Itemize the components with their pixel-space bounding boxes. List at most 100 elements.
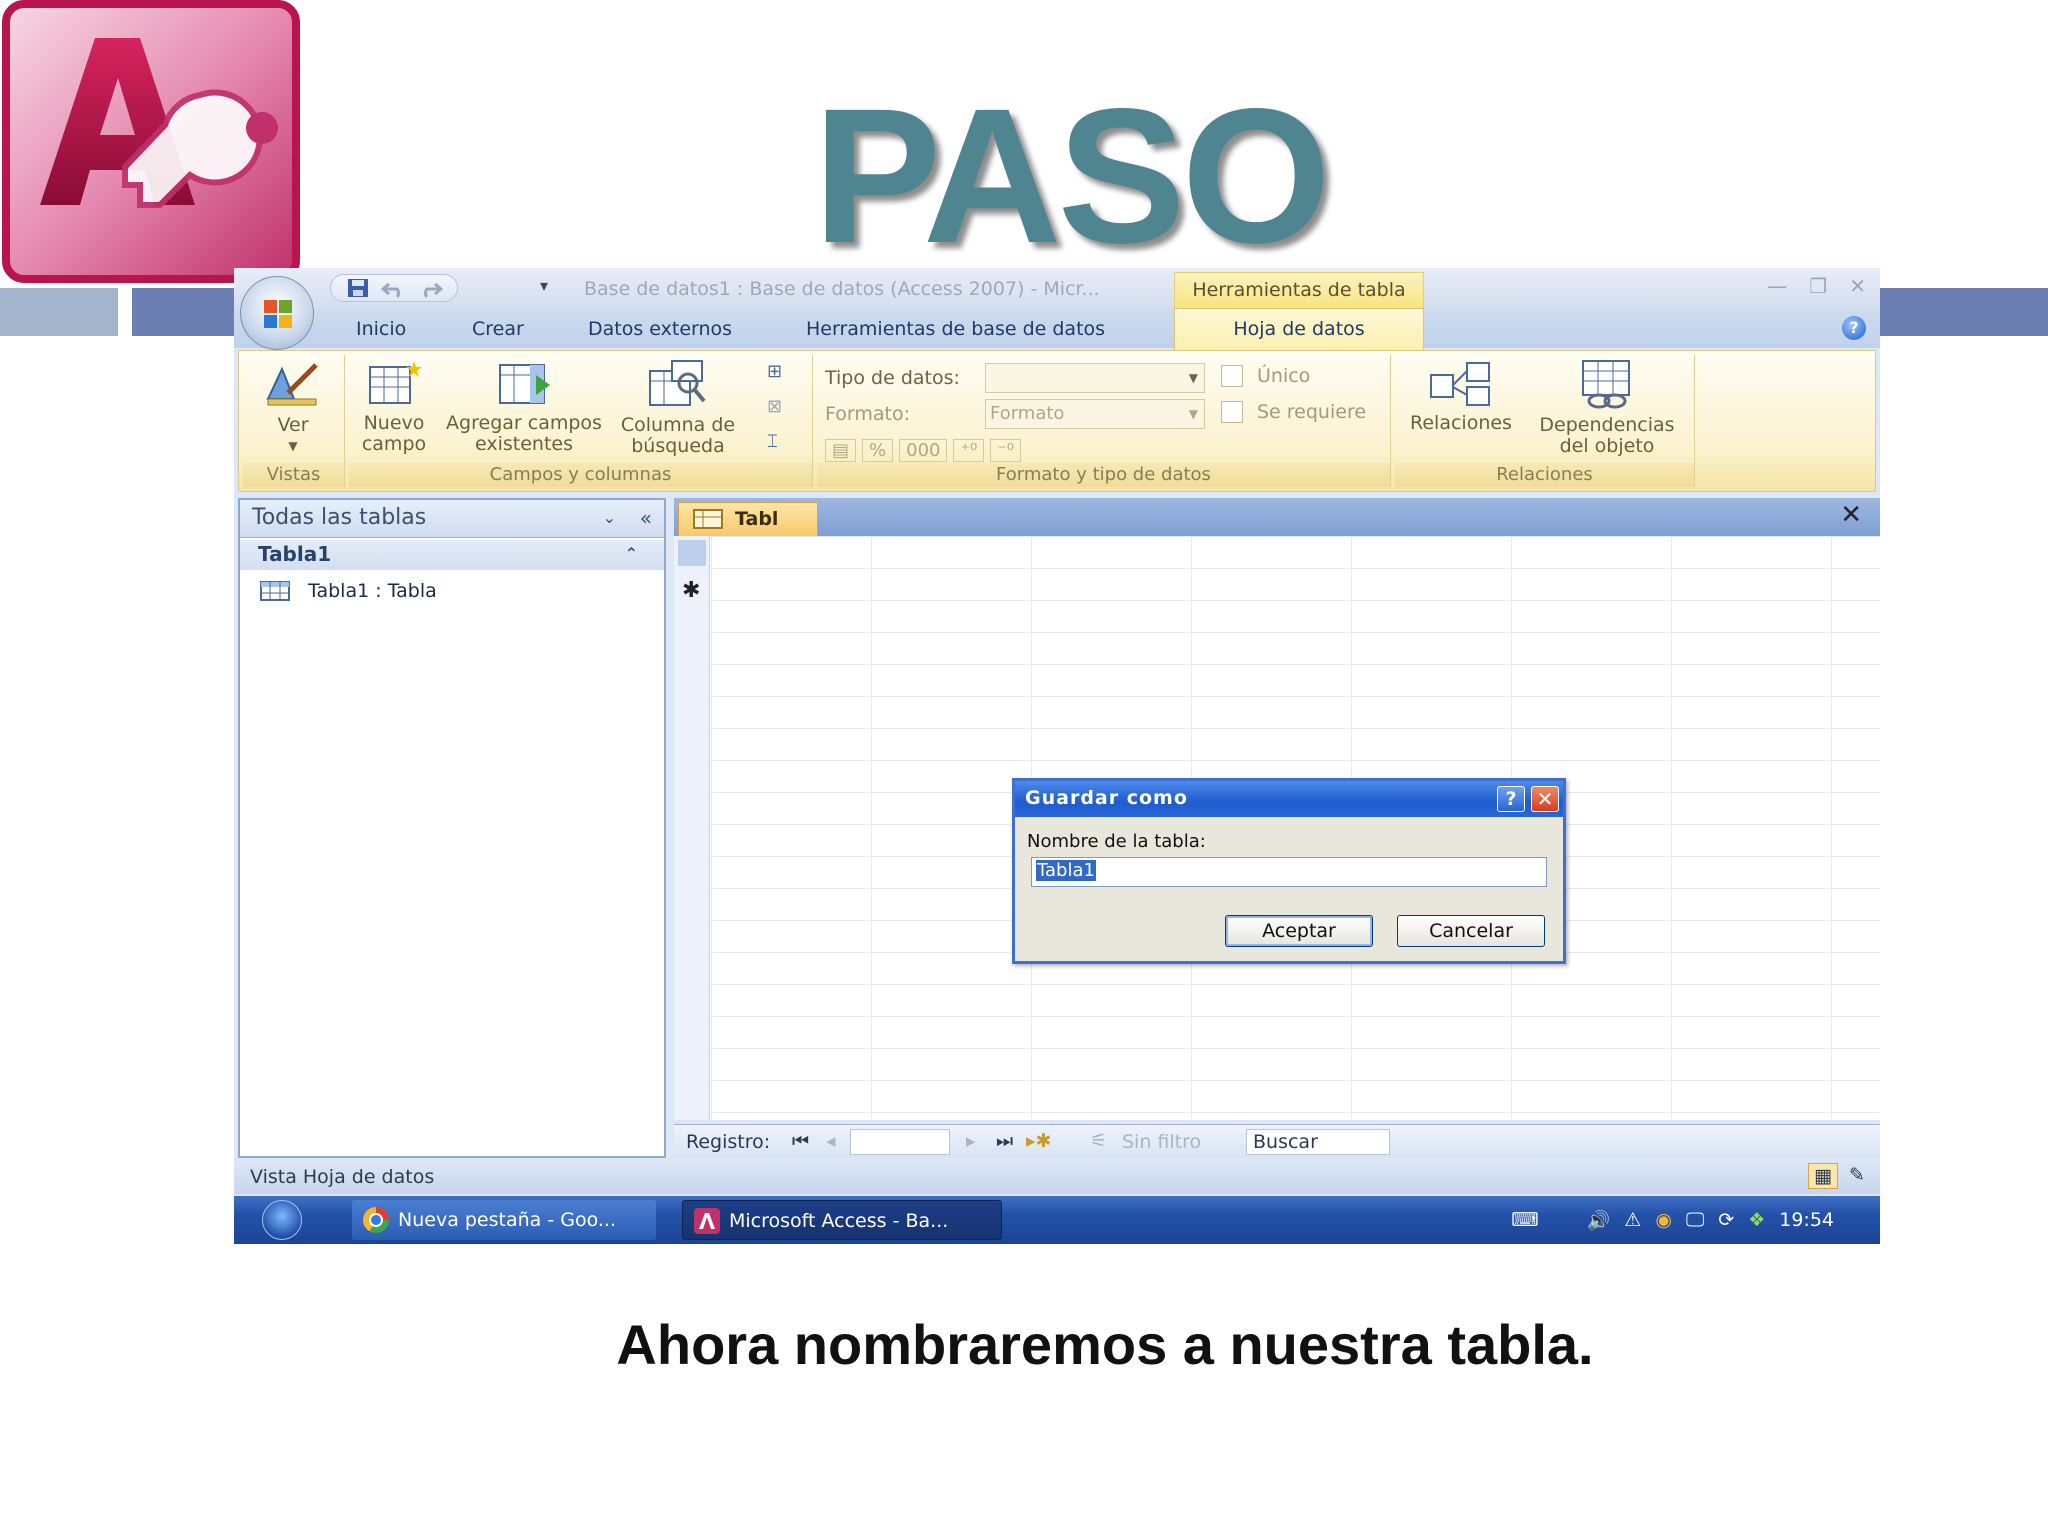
new-record-icon: ✱ [682,578,701,603]
new-field-icon [369,361,422,404]
relaciones-label: Relaciones [1410,412,1512,434]
volume-icon[interactable]: 🔊 [1587,1209,1611,1232]
rename-column-icon[interactable]: ⌶ [767,431,782,452]
current-row-selector[interactable] [678,540,706,566]
tab-herramientas-bd[interactable]: Herramientas de base de datos [806,318,1105,340]
customize-qat-icon[interactable]: ▾ [540,276,548,295]
filter-status[interactable]: Sin filtro [1122,1131,1201,1153]
insert-column-icon[interactable]: ⊞ [767,361,782,382]
tipo-datos-label: Tipo de datos: [825,367,960,389]
slide-caption: Ahora nombraremos a nuestra tabla. [616,1313,1594,1376]
record-number-input[interactable] [850,1129,950,1155]
formato-combo[interactable]: Formato ▼ [985,399,1205,429]
dependencias-label-2: del objeto [1559,435,1655,457]
table-name-input[interactable]: Tabla1 [1031,857,1547,887]
aceptar-button[interactable]: Aceptar [1225,915,1373,947]
requiere-checkbox[interactable] [1221,401,1243,423]
redo-icon[interactable] [415,277,445,299]
display-icon[interactable]: 🖵 [1686,1209,1704,1231]
minimize-icon[interactable]: — [1767,274,1787,298]
nav-collapse-icon[interactable]: « [640,500,652,536]
table-name-label: Nombre de la tabla: [1027,831,1206,852]
datasheet-view-icon[interactable]: ▦ [1808,1163,1838,1189]
row-selector-column[interactable] [674,536,710,1120]
dialog-close-icon[interactable]: ✕ [1531,786,1559,812]
start-button[interactable] [262,1200,302,1240]
status-text: Vista Hoja de datos [250,1166,435,1188]
nav-group-label: Tabla1 [258,542,332,566]
relationships-icon [1430,362,1490,406]
nav-pane-header[interactable]: Todas las tablas ⌄ « [240,500,664,538]
access-window: ▾ Base de datos1 : Base de datos (Access… [234,268,1880,1244]
task-chrome[interactable]: Nueva pestaña - Goo... [352,1200,656,1240]
nav-item-tabla1[interactable]: Tabla1 : Tabla [260,580,437,602]
percent-button[interactable]: % [862,438,894,462]
ribbon-tabs: Inicio Crear Datos externos Herramientas… [234,308,1880,348]
columna-busqueda-button[interactable]: Columna de búsqueda [611,359,745,457]
close-document-icon[interactable]: ✕ [1840,500,1862,530]
document-tabs: Tabl ✕ [674,498,1880,536]
delete-column-icon[interactable]: ⊠ [767,396,782,417]
ver-button[interactable]: Ver ▼ [253,359,333,457]
prev-record-icon[interactable]: ◂ [826,1130,836,1152]
tab-inicio[interactable]: Inicio [356,318,406,340]
agregar-campos-button[interactable]: Agregar campos existentes [439,359,609,455]
currency-icon[interactable]: ▤ [825,438,857,462]
dialog-help-icon[interactable]: ? [1497,786,1525,812]
tab-datos-externos[interactable]: Datos externos [588,318,732,340]
decrease-decimals-icon[interactable]: ⁻⁰ [990,438,1021,462]
update-icon[interactable]: ❖ [1748,1209,1765,1231]
sync-icon[interactable]: ⟳ [1718,1209,1734,1231]
undo-icon[interactable] [379,277,409,299]
columna-label-2: búsqueda [631,435,725,457]
record-navigation-bar: Registro: ⏮ ◂ ▸ ⏭ ▸✱ ⚟ Sin filtro Buscar [674,1124,1880,1158]
group-vistas: Ver ▼ Vistas [243,355,345,487]
first-record-icon[interactable]: ⏮ [792,1130,809,1152]
unico-checkbox[interactable] [1221,365,1243,387]
clock: 19:54 [1779,1209,1834,1231]
document-tab-tabla1[interactable]: Tabl [678,502,818,536]
ribbon: Ver ▼ Vistas Nuevo campo Agregar campos … [238,350,1876,492]
office-button[interactable] [240,276,314,350]
relaciones-button[interactable]: Relaciones [1401,359,1521,434]
thousands-button[interactable]: 000 [899,438,948,462]
quick-access-toolbar [330,274,458,302]
antivirus-icon[interactable]: ◉ [1655,1209,1672,1231]
tipo-datos-combo[interactable]: ▼ [985,363,1205,393]
requiere-label: Se requiere [1257,401,1367,423]
nav-item-label: Tabla1 : Tabla [308,580,437,602]
maximize-icon[interactable]: ❐ [1809,274,1827,298]
increase-decimals-icon[interactable]: ⁺⁰ [953,438,985,462]
office-logo-icon [264,300,292,328]
dependencias-button[interactable]: Dependencias del objeto [1525,359,1689,457]
group-collapse-icon[interactable]: ⌃ [625,540,638,568]
window-controls: — ❐ ✕ [1767,274,1866,298]
save-icon[interactable] [343,277,373,299]
tab-hoja-de-datos[interactable]: Hoja de datos [1174,308,1424,350]
decor-bar-left [0,288,118,336]
design-view-icon[interactable]: ✎ [1842,1163,1872,1189]
status-bar: Vista Hoja de datos ▦ ✎ [234,1160,1880,1194]
table-name-value: Tabla1 [1036,860,1096,881]
keyboard-icon[interactable]: ⌨ [1511,1209,1538,1231]
search-input[interactable]: Buscar [1246,1129,1390,1155]
close-icon[interactable]: ✕ [1849,274,1866,298]
ver-label: Ver [277,414,309,436]
context-tab-group: Herramientas de tabla [1174,272,1424,308]
nav-dropdown-icon[interactable]: ⌄ [603,500,616,536]
dependencias-label-1: Dependencias [1539,414,1675,436]
cancelar-button[interactable]: Cancelar [1397,915,1545,947]
next-record-icon[interactable]: ▸ [966,1130,976,1152]
nuevo-campo-button[interactable]: Nuevo campo [355,359,433,455]
last-record-icon[interactable]: ⏭ [996,1130,1013,1152]
add-existing-fields-icon [499,364,550,404]
tab-crear[interactable]: Crear [472,318,524,340]
object-dependencies-icon [1582,360,1630,409]
help-icon[interactable]: ? [1842,316,1866,340]
task-access[interactable]: Microsoft Access - Ba... [682,1200,1002,1240]
nav-group-tabla1[interactable]: Tabla1 ⌃ [240,540,664,570]
save-as-dialog: Guardar como ? ✕ Nombre de la tabla: Tab… [1012,778,1566,964]
network-icon[interactable]: ⚠ [1624,1209,1641,1231]
new-record-nav-icon[interactable]: ▸✱ [1026,1130,1051,1152]
filter-icon[interactable]: ⚟ [1090,1130,1107,1152]
